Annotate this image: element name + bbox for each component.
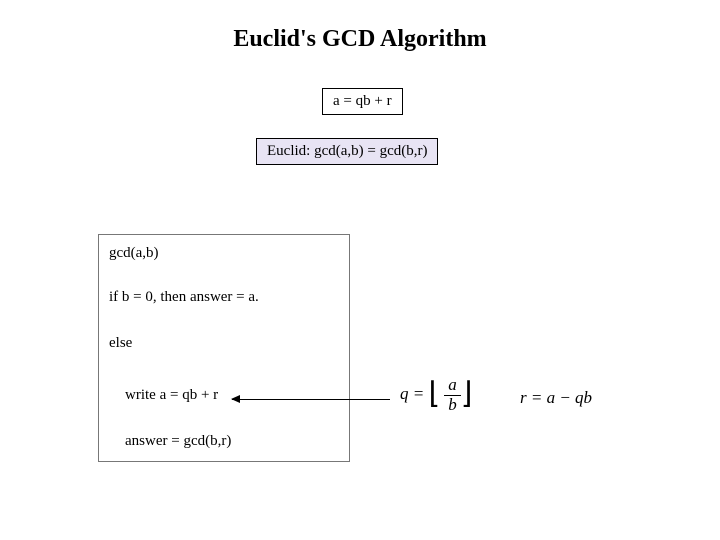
algo-line-base: if b = 0, then answer = a. xyxy=(109,289,259,306)
frac-num: a xyxy=(444,376,461,396)
algo-line-else: else xyxy=(109,335,132,352)
floor-right-icon: ⌋ xyxy=(461,376,473,411)
r-formula: r = a − qb xyxy=(520,388,592,408)
algo-line-answer: answer = gcd(b,r) xyxy=(125,433,231,450)
euclid-identity-box: Euclid: gcd(a,b) = gcd(b,r) xyxy=(256,138,438,165)
arrow-to-write-step xyxy=(232,399,390,400)
q-lhs: q = xyxy=(400,384,428,403)
algorithm-box: gcd(a,b) if b = 0, then answer = a. else… xyxy=(98,234,350,462)
algo-line-write: write a = qb + r xyxy=(125,387,218,404)
slide-title: Euclid's GCD Algorithm xyxy=(0,26,720,53)
algo-line-header: gcd(a,b) xyxy=(109,245,159,262)
fraction: ab xyxy=(444,376,461,414)
division-equation-box: a = qb + r xyxy=(322,88,403,115)
frac-den: b xyxy=(444,396,461,415)
q-formula: q = ⌊ab⌋ xyxy=(400,376,472,414)
floor-left-icon: ⌊ xyxy=(428,376,440,411)
